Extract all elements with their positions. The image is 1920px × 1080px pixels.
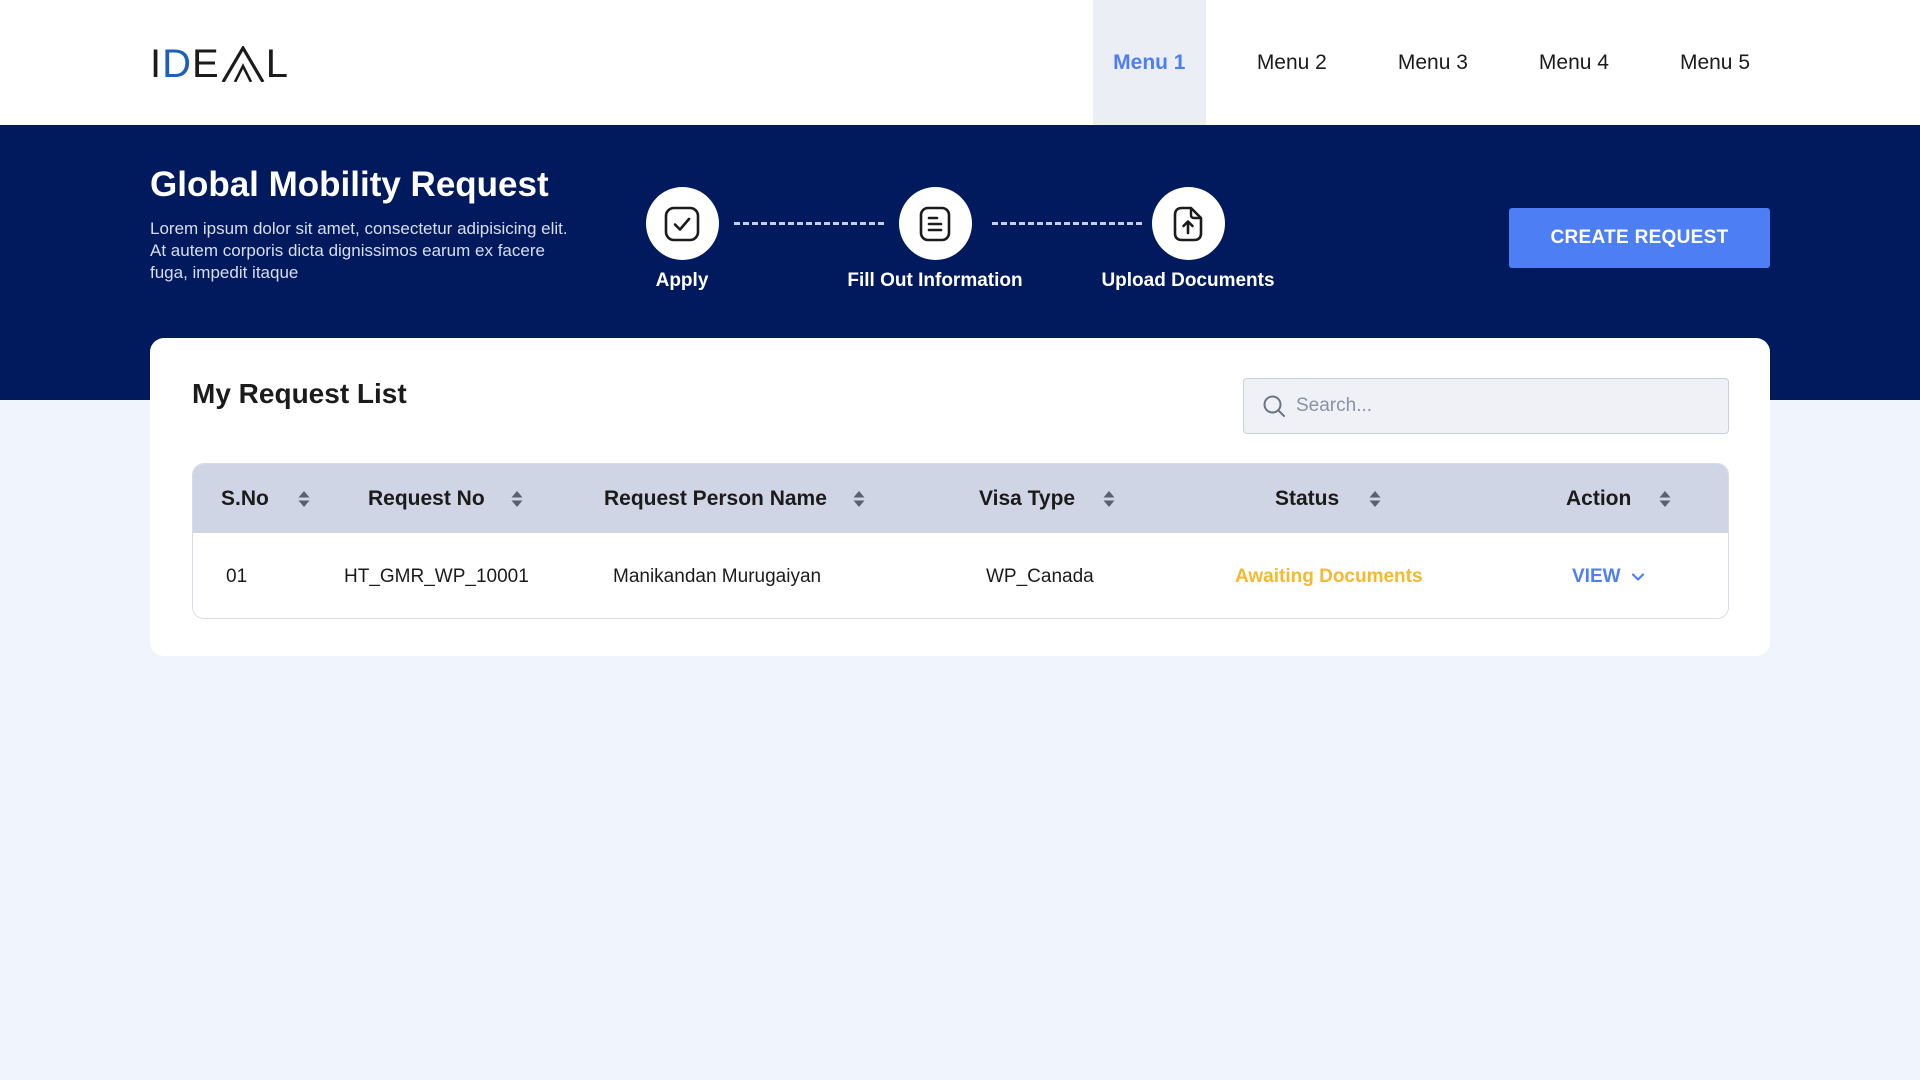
column-header-visa-type[interactable]: Visa Type (979, 464, 1075, 533)
view-button-label: VIEW (1572, 565, 1621, 587)
sort-icon[interactable] (510, 490, 524, 508)
column-header-person-name[interactable]: Request Person Name (604, 464, 827, 533)
menu-item-5[interactable]: Menu 5 (1660, 0, 1770, 125)
logo-letter-l: L (265, 42, 289, 86)
form-lines-icon (919, 206, 951, 241)
step-upload-documents-label: Upload Documents (1101, 270, 1275, 291)
step-fill-information-label: Fill Out Information (847, 270, 1023, 291)
column-header-person-name-label: Request Person Name (604, 486, 827, 510)
sort-icon[interactable] (1368, 490, 1382, 508)
menu-item-3[interactable]: Menu 3 (1378, 0, 1488, 125)
status-badge: Awaiting Documents (1235, 565, 1423, 587)
logo-letter-d: D (162, 42, 193, 86)
column-header-action[interactable]: Action (1566, 464, 1631, 533)
column-header-action-label: Action (1566, 486, 1632, 510)
cell-person-name: Manikandan Murugaiyan (613, 565, 822, 587)
top-navigation-bar: I D E L Menu 1 Menu 2 Menu 3 Menu 4 Menu… (0, 0, 1920, 125)
request-table: S.No Request No Request Person Name Visa… (192, 463, 1729, 619)
request-list-card: My Request List S.No Request No Request … (150, 338, 1770, 656)
column-header-status[interactable]: Status (1275, 464, 1339, 533)
view-button[interactable]: VIEW (1572, 566, 1647, 588)
sort-icon[interactable] (1658, 490, 1672, 508)
step-upload-documents-circle (1151, 187, 1225, 260)
table-row: 01 HT_GMR_WP_10001 Manikandan Murugaiyan… (193, 533, 1728, 618)
logo-letter-i: I (150, 42, 163, 86)
sort-icon[interactable] (1102, 490, 1116, 508)
column-header-sno[interactable]: S.No (221, 464, 269, 533)
sort-icon[interactable] (297, 490, 311, 508)
search-icon (1263, 395, 1285, 417)
search-input[interactable] (1296, 395, 1716, 417)
ideal-logo[interactable]: I D E L (150, 42, 289, 86)
sort-icon[interactable] (852, 490, 866, 508)
column-header-sno-label: S.No (221, 486, 269, 510)
cell-sno: 01 (226, 565, 248, 587)
page-title: Global Mobility Request (150, 165, 549, 204)
menu-item-4[interactable]: Menu 4 (1519, 0, 1629, 125)
menu-item-1[interactable]: Menu 1 (1092, 0, 1206, 125)
step-fill-information-circle (898, 187, 972, 260)
main-menu: Menu 1 Menu 2 Menu 3 Menu 4 Menu 5 (1092, 0, 1770, 125)
column-header-request-no-label: Request No (368, 486, 485, 510)
check-square-icon (664, 206, 700, 241)
table-header: S.No Request No Request Person Name Visa… (193, 464, 1728, 533)
cell-action: VIEW (1572, 533, 1647, 618)
cell-visa-type: WP_Canada (986, 565, 1094, 587)
step-fill-information: Fill Out Information (835, 187, 1035, 292)
upload-file-icon (1173, 206, 1203, 241)
request-list-title: My Request List (192, 378, 407, 409)
column-header-visa-type-label: Visa Type (979, 486, 1076, 510)
column-header-status-label: Status (1275, 486, 1340, 510)
logo-letter-e: E (192, 42, 220, 86)
step-apply-circle (645, 187, 719, 260)
chevron-down-icon (1631, 572, 1644, 581)
search-box[interactable] (1243, 378, 1729, 434)
step-apply-label: Apply (655, 270, 709, 291)
menu-item-2[interactable]: Menu 2 (1237, 0, 1347, 125)
step-upload-documents: Upload Documents (1088, 187, 1288, 292)
cell-request-no: HT_GMR_WP_10001 (344, 565, 529, 587)
step-apply: Apply (582, 187, 782, 292)
create-request-button[interactable]: CREATE REQUEST (1509, 208, 1770, 268)
column-header-request-no[interactable]: Request No (368, 464, 485, 533)
logo-letter-a (221, 46, 265, 82)
page-description: Lorem ipsum dolor sit amet, consectetur … (150, 219, 568, 282)
